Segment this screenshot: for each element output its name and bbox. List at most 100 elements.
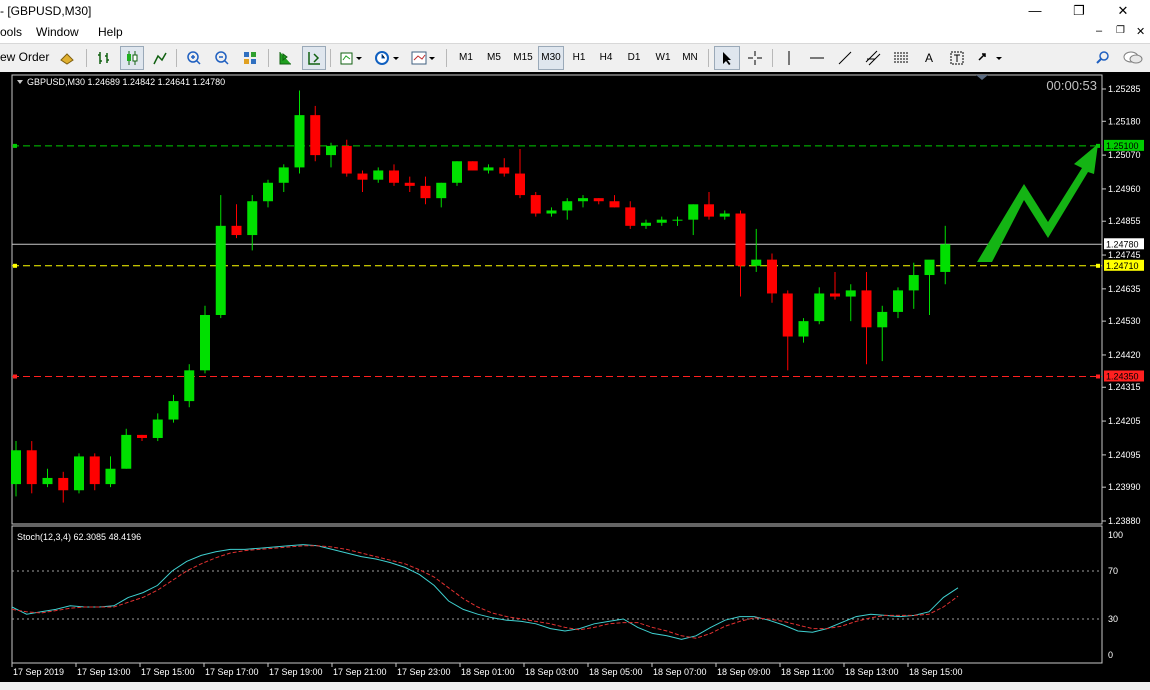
candle-body <box>247 201 258 236</box>
timeframe-m1[interactable]: M1 <box>454 47 478 69</box>
price-tick-label: 1.24855 <box>1108 216 1141 226</box>
candle-body <box>515 173 525 196</box>
vertical-line-icon[interactable] <box>778 47 800 69</box>
time-tick-label: 17 Sep 15:00 <box>141 667 195 677</box>
templates-icon[interactable] <box>408 47 438 69</box>
timeframe-h1[interactable]: H1 <box>567 47 591 69</box>
search-icon[interactable] <box>1092 47 1114 69</box>
time-tick-label: 18 Sep 05:00 <box>589 667 643 677</box>
candle-body <box>404 182 415 186</box>
autoscroll-icon[interactable] <box>302 46 326 70</box>
restore-icon[interactable]: ❐ <box>1064 0 1094 22</box>
text-label-icon[interactable] <box>946 47 968 69</box>
cursor-icon[interactable] <box>714 46 740 70</box>
new-order-button[interactable]: ew Order <box>0 50 49 64</box>
chart-shift-icon[interactable] <box>275 47 295 69</box>
candle-body <box>294 115 305 168</box>
candle-body <box>105 468 116 485</box>
candle-body <box>74 456 84 491</box>
chat-icon[interactable] <box>1120 47 1146 69</box>
clock-icon[interactable] <box>372 47 402 69</box>
candle-body <box>420 185 431 199</box>
candlestick-chart-icon[interactable] <box>120 46 144 70</box>
chart-header: GBPUSD,M30 1.24689 1.24842 1.24641 1.247… <box>27 77 225 87</box>
candle-body <box>263 182 273 202</box>
price-tick-label: 1.23880 <box>1108 516 1141 526</box>
level-handle <box>1096 374 1100 379</box>
price-tick-label: 1.24095 <box>1108 450 1141 460</box>
crosshair-icon[interactable] <box>744 47 766 69</box>
chart-svg[interactable]: 1.251001.247801.247101.24350 1.252851.25… <box>0 72 1150 682</box>
price-tick-label: 1.25285 <box>1108 84 1141 94</box>
time-tick-label: 17 Sep 17:00 <box>205 667 259 677</box>
mdi-close-icon[interactable]: ✕ <box>1136 25 1145 38</box>
candle-body <box>546 210 557 214</box>
window-title: - [GBPUSD,M30] <box>0 4 92 18</box>
time-tick-label: 18 Sep 03:00 <box>525 667 579 677</box>
candle-body <box>656 219 667 223</box>
candle-body <box>704 204 714 217</box>
price-axis: 1.25285 1.25180 1.25070 1.24960 1.24855 1.247… <box>1102 84 1141 526</box>
mdi-minimize-icon[interactable]: – <box>1096 25 1102 37</box>
candle-body <box>11 450 21 485</box>
price-tick-label: 1.24420 <box>1108 350 1141 360</box>
level-handle <box>1096 263 1100 268</box>
title-bar: - [GBPUSD,M30] — ❐ ✕ <box>0 0 1150 22</box>
timeframe-mn[interactable]: MN <box>678 47 702 69</box>
time-tick-label: 18 Sep 09:00 <box>717 667 771 677</box>
arrows-icon[interactable] <box>974 47 1006 69</box>
candle-body <box>830 293 840 297</box>
equidistant-channel-icon[interactable] <box>862 47 884 69</box>
autotrading-icon[interactable] <box>58 47 76 69</box>
stoch-header: Stoch(12,3,4) 62.3085 48.4196 <box>17 532 141 542</box>
line-chart-icon[interactable] <box>150 47 170 69</box>
candle-body <box>530 195 541 214</box>
zoom-out-icon[interactable] <box>212 47 232 69</box>
trendline-icon[interactable] <box>834 47 856 69</box>
menu-window[interactable]: Window <box>36 25 79 39</box>
timeframe-m30[interactable]: M30 <box>538 46 564 70</box>
time-tick-label: 18 Sep 01:00 <box>461 667 515 677</box>
stoch-tick-label: 100 <box>1108 530 1123 540</box>
indicators-icon[interactable] <box>337 47 365 69</box>
time-tick-label: 17 Sep 19:00 <box>269 667 323 677</box>
level-handle <box>13 374 17 379</box>
horizontal-line-icon[interactable] <box>806 47 828 69</box>
candle-body <box>42 477 53 485</box>
zoom-in-icon[interactable] <box>184 47 204 69</box>
time-tick-label: 17 Sep 23:00 <box>397 667 451 677</box>
chart-window[interactable]: 1.25100 1.24780 1.24710 1.24350 1.25285 1.25… <box>0 72 1150 682</box>
candle-body <box>184 370 195 402</box>
candle-body <box>751 259 762 266</box>
candle-body <box>578 198 588 202</box>
bar-chart-icon[interactable] <box>94 47 114 69</box>
candle-body <box>389 170 399 183</box>
candle-body <box>231 225 242 236</box>
fibonacci-icon[interactable] <box>890 47 912 69</box>
minimize-icon[interactable]: — <box>1020 0 1050 22</box>
mdi-restore-icon[interactable]: ❐ <box>1116 25 1125 36</box>
timeframe-w1[interactable]: W1 <box>651 47 675 69</box>
level-handle <box>13 263 17 268</box>
candle-body <box>861 290 872 328</box>
menu-help[interactable]: Help <box>98 25 123 39</box>
candle-body <box>845 290 856 297</box>
candle-body <box>593 198 604 202</box>
price-tick-label: 1.24960 <box>1108 184 1141 194</box>
bottom-tabs-bar <box>0 682 1150 690</box>
candle-body <box>562 201 573 211</box>
timeframe-m15[interactable]: M15 <box>509 47 537 69</box>
menu-bar: ools Window Help – ❐ ✕ <box>0 22 1150 42</box>
timeframe-m5[interactable]: M5 <box>482 47 506 69</box>
text-tool-icon[interactable]: A <box>918 47 940 69</box>
menu-tools[interactable]: ools <box>0 25 22 39</box>
time-axis: 17 Sep 2019 17 Sep 13:00 17 Sep 15:00 17 Se… <box>11 663 963 677</box>
timeframe-h4[interactable]: H4 <box>594 47 618 69</box>
stoch-tick-label: 30 <box>1108 614 1118 624</box>
tile-windows-icon[interactable] <box>240 47 260 69</box>
timeframe-d1[interactable]: D1 <box>622 47 646 69</box>
stoch-panel <box>11 525 1103 664</box>
candle-body <box>641 222 651 226</box>
candle-body <box>924 259 935 276</box>
close-icon[interactable]: ✕ <box>1108 0 1138 22</box>
